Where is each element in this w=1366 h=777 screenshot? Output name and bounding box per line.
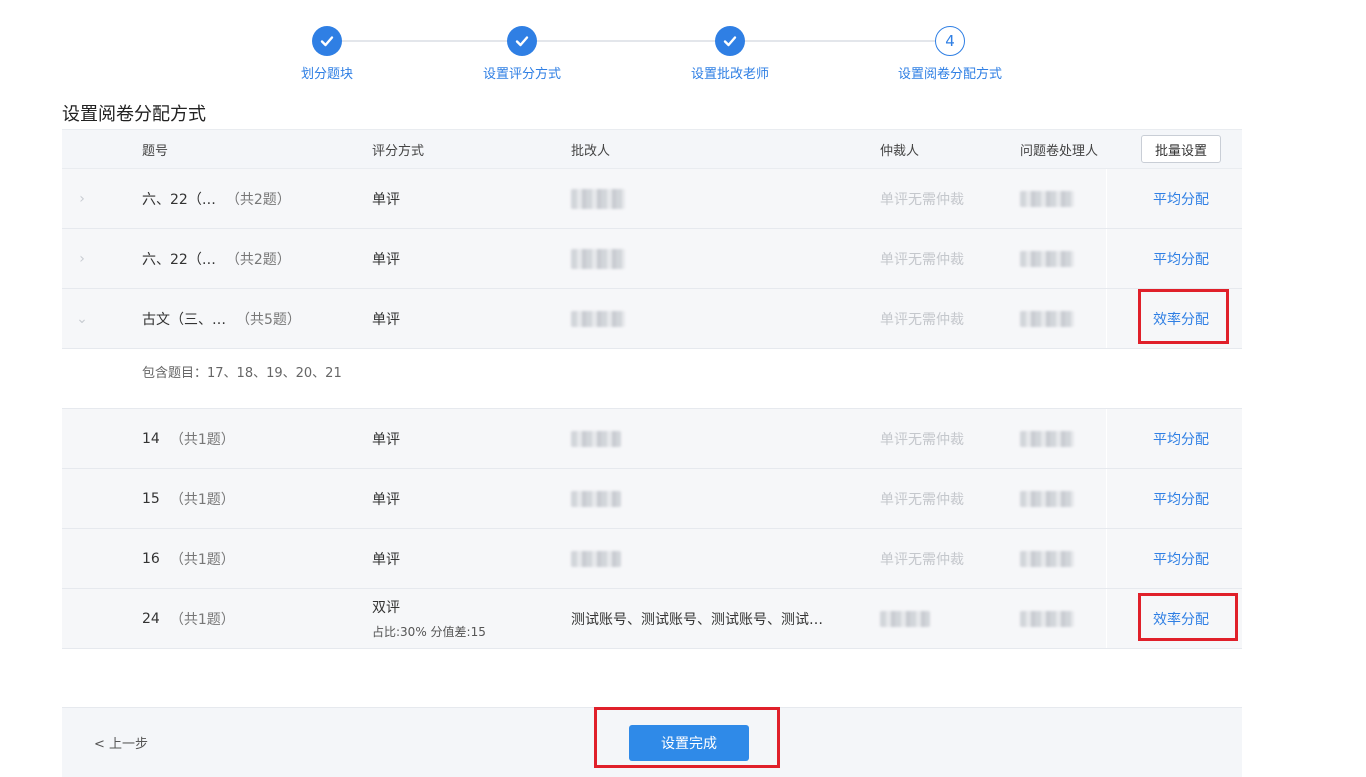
question-no: 六、22（… [142,251,216,268]
question-no: 16 [142,550,160,567]
step-4[interactable]: 4 设置阅卷分配方式 [880,26,1020,82]
previous-step-link[interactable]: < 上一步 [94,733,148,752]
step-number: 4 [935,26,965,56]
question-count: （共1题） [169,551,235,568]
allocation-link[interactable]: 平均分配 [1140,409,1222,468]
problem-handler-blurred [1020,550,1074,567]
allocation-link[interactable]: 平均分配 [1140,169,1222,228]
question-no: 24 [142,610,160,627]
expanded-detail: 包含题目：17、18、19、20、21 [62,349,1242,409]
table-row: 15 （共1题） 单评 单评无需仲裁 平均分配 [62,469,1242,529]
allocation-link[interactable]: 平均分配 [1140,529,1222,588]
arbitrator-blurred [880,610,930,627]
table-row: 24 （共1题） 双评 占比:30% 分值差:15 测试账号、测试账号、测试账号、… [62,589,1242,649]
chevron-right-icon[interactable]: › [62,169,102,228]
step-label: 设置批改老师 [690,67,769,82]
problem-handler-blurred [1020,310,1074,327]
check-icon [507,26,537,56]
problem-handler-blurred [1020,250,1074,267]
scoring-method: 单评 [372,431,400,448]
question-no: 古文（三、… [142,311,226,328]
scoring-detail: 占比:30% 分值差:15 [372,625,486,639]
step-1[interactable]: 划分题块 [257,26,397,82]
scoring-method: 双评 [372,600,400,616]
question-no: 14 [142,430,160,447]
step-2[interactable]: 设置评分方式 [452,26,592,82]
header-problem-handler: 问题卷处理人 [1020,143,1099,159]
included-questions: 包含题目：17、18、19、20、21 [142,366,342,381]
problem-handler-blurred [1020,190,1074,207]
grader-blurred [571,188,625,209]
step-label: 划分题块 [300,67,353,82]
arbitrator: 单评无需仲裁 [880,491,964,508]
table-header: 题号 评分方式 批改人 仲裁人 问题卷处理人 批量设置 [62,129,1242,169]
grader-blurred [571,248,625,269]
question-count: （共1题） [169,491,235,508]
question-count: （共1题） [169,611,235,628]
scoring-method: 单评 [372,551,400,568]
problem-handler-blurred [1020,430,1074,447]
question-count: （共2题） [225,191,291,208]
scoring-method: 单评 [372,191,400,208]
check-icon [312,26,342,56]
highlight-box [594,707,780,768]
allocation-link[interactable]: 平均分配 [1140,469,1222,528]
arbitrator: 单评无需仲裁 [880,431,964,448]
allocation-link[interactable]: 平均分配 [1140,229,1222,288]
question-count: （共5题） [236,311,301,328]
step-label: 设置阅卷分配方式 [897,67,1002,82]
header-arbitrator: 仲裁人 [880,143,920,159]
table-row: 14 （共1题） 单评 单评无需仲裁 平均分配 [62,409,1242,469]
question-count: （共1题） [169,431,235,448]
step-3[interactable]: 设置批改老师 [660,26,800,82]
arbitrator: 单评无需仲裁 [880,251,964,268]
question-no: 15 [142,490,160,507]
header-grader: 批改人 [571,143,611,159]
progress-stepper: 划分题块 设置评分方式 设置批改老师 4 设置阅卷分配方式 [0,26,1366,86]
step-label: 设置评分方式 [482,67,561,82]
question-count: （共2题） [225,251,291,268]
arbitrator: 单评无需仲裁 [880,311,964,328]
chevron-down-icon[interactable]: ⌄ [62,289,102,348]
scoring-method: 单评 [372,251,400,268]
table-row: › 六、22（… （共2题） 单评 单评无需仲裁 平均分配 [62,169,1242,229]
table-row: › 六、22（… （共2题） 单评 单评无需仲裁 平均分配 [62,229,1242,289]
header-question-no: 题号 [142,143,169,159]
grader-blurred [571,490,621,507]
table-row: 16 （共1题） 单评 单评无需仲裁 平均分配 [62,529,1242,589]
grader-blurred [571,550,621,567]
highlight-box [1138,593,1238,641]
highlight-box [1138,289,1229,344]
arbitrator: 单评无需仲裁 [880,191,964,208]
problem-handler-blurred [1020,610,1074,627]
check-icon [715,26,745,56]
scoring-method: 单评 [372,491,400,508]
arbitrator: 单评无需仲裁 [880,551,964,568]
allocation-table: 题号 评分方式 批改人 仲裁人 问题卷处理人 批量设置 › 六、22（… （共2题… [62,129,1242,649]
table-row: ⌄ 古文（三、… （共5题） 单评 单评无需仲裁 效率分配 [62,289,1242,349]
scoring-method: 单评 [372,311,400,328]
batch-settings-button[interactable]: 批量设置 [1141,135,1221,163]
question-no: 六、22（… [142,191,216,208]
problem-handler-blurred [1020,490,1074,507]
chevron-right-icon[interactable]: › [62,229,102,288]
grader-blurred [571,310,625,327]
page-title: 设置阅卷分配方式 [62,104,206,125]
grader-blurred [571,430,621,447]
grader-list: 测试账号、测试账号、测试账号、测试… [571,611,823,628]
header-scoring: 评分方式 [372,143,425,159]
